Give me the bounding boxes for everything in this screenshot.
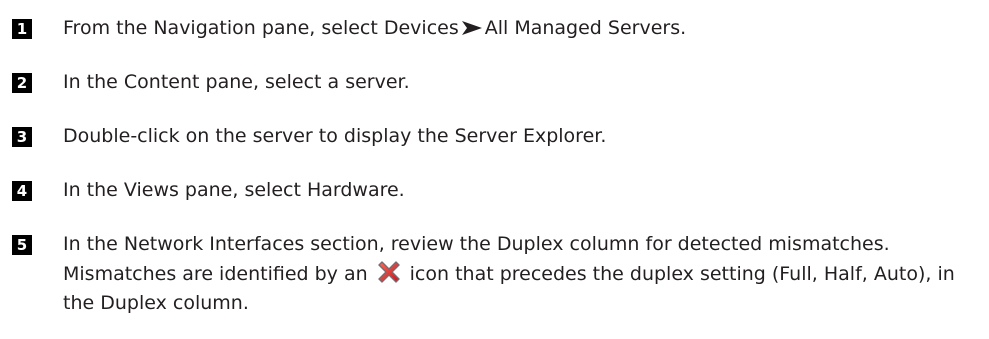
- step-5: 5 In the Network Interfaces section, rev…: [12, 230, 972, 318]
- step-1: 1 From the Navigation pane, select Devic…: [12, 14, 972, 43]
- step-number: 4: [12, 181, 32, 201]
- right-arrowhead-icon: [461, 14, 483, 43]
- step-text: In the Views pane, select Hardware.: [63, 179, 405, 201]
- step-number: 1: [12, 19, 32, 39]
- step-2: 2 In the Content pane, select a server.: [12, 68, 972, 97]
- step-number: 5: [12, 235, 32, 255]
- procedure-steps: 1 From the Navigation pane, select Devic…: [12, 14, 972, 318]
- step-text: From the Navigation pane, select Devices: [63, 17, 459, 39]
- step-3: 3 Double-click on the server to display …: [12, 122, 972, 151]
- step-number: 3: [12, 127, 32, 147]
- step-text-continued: All Managed Servers.: [484, 17, 687, 39]
- red-x-mismatch-icon: [376, 259, 402, 285]
- step-number: 2: [12, 73, 32, 93]
- step-text: Double-click on the server to display th…: [63, 125, 607, 147]
- step-4: 4 In the Views pane, select Hardware.: [12, 176, 972, 205]
- step-text: In the Content pane, select a server.: [63, 71, 410, 93]
